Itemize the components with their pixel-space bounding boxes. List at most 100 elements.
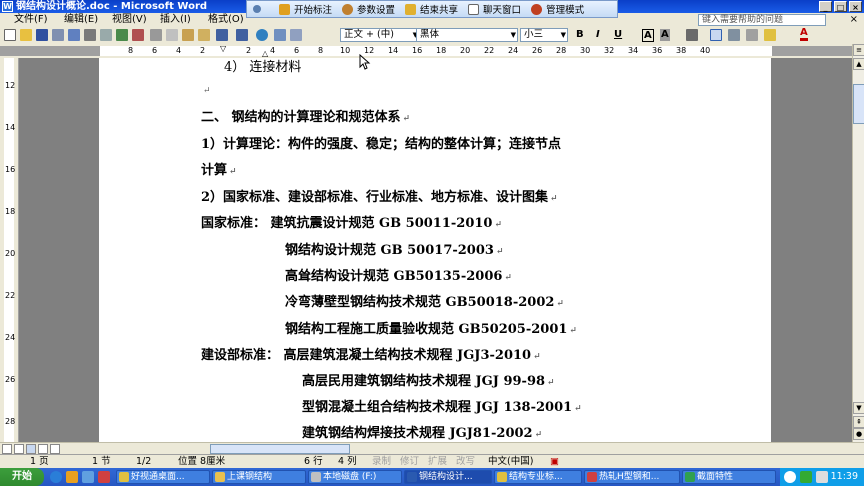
task-button[interactable]: 结构专业标... — [494, 470, 582, 484]
vertical-ruler[interactable]: 12 14 16 18 20 22 24 26 28 — [0, 58, 19, 442]
end-share-label: 结束共享 — [420, 5, 459, 16]
browse-object-button[interactable]: ● — [853, 428, 864, 440]
menu-view[interactable]: 视图(V) — [112, 13, 147, 27]
vertical-scrollbar[interactable]: ≡ ▲ ▼ ⇞ ● — [852, 44, 864, 442]
print-icon[interactable] — [84, 29, 96, 41]
spelling-status-icon[interactable]: ▣ — [550, 455, 559, 469]
ruler-number: 6 — [294, 46, 300, 55]
chat-window-button[interactable]: 聊天窗口 — [468, 2, 521, 16]
status-extend[interactable]: 扩展 — [428, 455, 447, 469]
spelling-icon[interactable] — [116, 29, 128, 41]
format-painter-icon[interactable] — [198, 29, 210, 41]
menu-file[interactable]: 文件(F) — [14, 13, 48, 27]
paragraph-mark-icon: ↵ — [550, 194, 558, 204]
paste-icon[interactable] — [182, 29, 194, 41]
print-preview-icon[interactable] — [100, 29, 112, 41]
task-button[interactable]: 本地磁盘 (F:) — [308, 470, 402, 484]
decrease-indent-icon[interactable] — [746, 29, 758, 41]
menu-format[interactable]: 格式(O) — [208, 13, 244, 27]
help-search-input[interactable]: 键入需要帮助的问题 — [698, 14, 826, 26]
font-select[interactable]: 黑体 ▼ — [416, 28, 518, 42]
parameter-settings-button[interactable]: 参数设置 — [342, 2, 395, 16]
task-button[interactable]: 好视通桌面... — [116, 470, 210, 484]
cut-icon[interactable] — [150, 29, 162, 41]
reading-layout-view-icon[interactable] — [50, 444, 60, 454]
mail-icon[interactable] — [68, 29, 80, 41]
ie-browser-icon[interactable] — [50, 471, 62, 483]
bold-button[interactable]: B — [576, 28, 584, 42]
start-annotate-button[interactable]: 开始标注 — [279, 2, 332, 16]
show-desktop-icon[interactable] — [82, 471, 94, 483]
vertical-scroll-thumb[interactable] — [853, 84, 864, 124]
web-layout-view-icon[interactable] — [14, 444, 24, 454]
word-app-icon[interactable]: W — [2, 1, 13, 12]
close-button[interactable]: × — [849, 1, 862, 12]
task-button[interactable]: 热轧H型钢和... — [584, 470, 680, 484]
character-shading-button[interactable]: A — [660, 29, 670, 41]
status-column: 4 列 — [338, 456, 357, 467]
tables-icon[interactable] — [274, 29, 286, 41]
task-button[interactable]: 上课钢结构 — [212, 470, 306, 484]
italic-button[interactable]: I — [596, 28, 600, 42]
vruler-number: 22 — [5, 291, 16, 300]
status-page-of: 1/2 — [136, 456, 152, 467]
scroll-down-button[interactable]: ▼ — [853, 402, 864, 414]
style-select[interactable]: 正文 + (中)▼ — [340, 28, 420, 42]
quick-launch-icon[interactable] — [98, 471, 110, 483]
maximize-button[interactable]: □ — [834, 1, 847, 12]
permission-icon[interactable] — [52, 29, 64, 41]
horizontal-scroll-thumb[interactable] — [210, 444, 350, 454]
task-button[interactable]: 钢结构设计... — [404, 470, 492, 484]
tray-icon[interactable] — [816, 471, 828, 483]
document-page[interactable]: 4） 连接材料 ↵ 二、 钢结构的计算理论和规范体系 ↵ 1）计算理论：构件的强度… — [99, 54, 771, 442]
status-record[interactable]: 录制 — [372, 455, 391, 469]
tray-icon[interactable] — [784, 471, 796, 483]
start-button[interactable]: 开始 — [0, 468, 44, 486]
redo-icon[interactable] — [236, 29, 248, 41]
font-color-button[interactable]: A — [800, 28, 808, 41]
previous-page-button[interactable]: ⇞ — [853, 416, 864, 428]
minimize-button[interactable]: _ — [819, 1, 832, 12]
font-size-select[interactable]: 小三 ▼ — [520, 28, 568, 42]
ruler-number: 8 — [128, 46, 134, 55]
menu-edit[interactable]: 编辑(E) — [64, 13, 98, 27]
scroll-up-button[interactable]: ▲ — [853, 58, 864, 70]
menu-insert[interactable]: 插入(I) — [160, 13, 191, 27]
task-button[interactable]: 截面特性 — [682, 470, 776, 484]
outline-view-icon[interactable] — [38, 444, 48, 454]
doc-line-text: 1）计算理论：构件的强度、稳定；结构的整体计算；连接节点 — [201, 137, 562, 152]
first-line-indent-marker[interactable]: ▽ — [220, 44, 226, 53]
normal-view-icon[interactable] — [2, 444, 12, 454]
bullets-icon[interactable] — [728, 29, 740, 41]
character-border-button[interactable]: A — [642, 29, 654, 42]
doc-line: 高层民用建筑钢结构技术规程 JGJ 99-98 ↵ — [302, 370, 555, 389]
status-track-changes[interactable]: 修订 — [400, 455, 419, 469]
paragraph-mark-icon: ↵ — [534, 430, 543, 440]
pin-button[interactable] — [253, 5, 265, 13]
status-overtype[interactable]: 改写 — [456, 455, 475, 469]
horizontal-ruler[interactable]: 8 6 4 2 2 4 6 8 10 12 14 16 18 20 22 24 … — [0, 44, 864, 59]
print-layout-view-icon[interactable] — [26, 444, 36, 454]
vruler-number: 12 — [5, 81, 16, 90]
save-icon[interactable] — [36, 29, 48, 41]
document-close-button[interactable]: × — [850, 13, 858, 27]
open-folder-icon[interactable] — [20, 29, 32, 41]
copy-icon[interactable] — [166, 29, 178, 41]
tray-icon[interactable] — [800, 471, 812, 483]
admin-mode-button[interactable]: 管理模式 — [531, 2, 584, 16]
hyperlink-icon[interactable] — [256, 29, 268, 41]
underline-button[interactable]: U — [614, 28, 622, 42]
new-document-icon[interactable] — [4, 29, 16, 41]
align-justify-icon[interactable] — [686, 29, 698, 41]
remote-share-toolbar: 开始标注 参数设置 结束共享 聊天窗口 管理模式 — [246, 0, 618, 18]
ruler-toggle-button[interactable]: ≡ — [853, 44, 864, 56]
undo-icon[interactable] — [216, 29, 228, 41]
paragraph-mark-icon: ↵ — [504, 273, 512, 283]
columns-icon[interactable] — [290, 29, 302, 41]
quick-launch-icon[interactable] — [66, 471, 78, 483]
end-share-button[interactable]: 结束共享 — [405, 2, 458, 16]
highlight-icon[interactable] — [764, 29, 776, 41]
paragraph-mark-icon: ↵ — [569, 326, 577, 336]
research-icon[interactable] — [132, 29, 144, 41]
numbering-icon[interactable] — [710, 29, 722, 41]
